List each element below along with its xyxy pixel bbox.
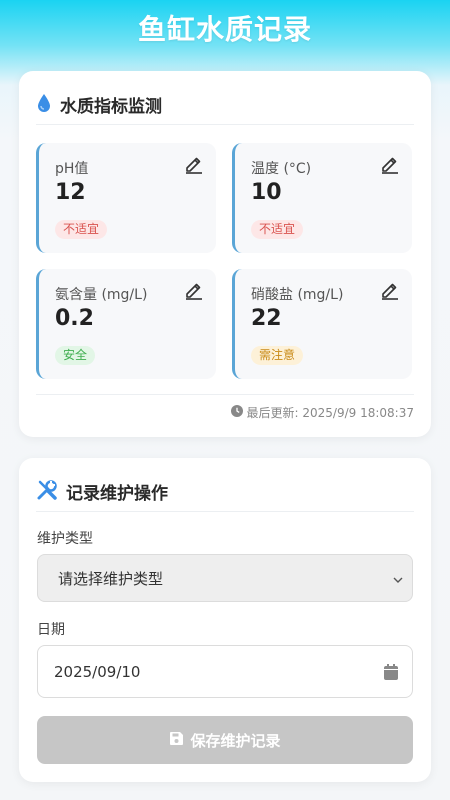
metric-card-ammonia: 氨含量 (mg/L) 0.2 安全	[36, 269, 216, 379]
metric-card-nitrate: 硝酸盐 (mg/L) 22 需注意	[232, 269, 412, 379]
clock-icon	[230, 405, 243, 420]
date-label: 日期	[37, 622, 65, 638]
edit-icon[interactable]	[380, 280, 400, 300]
water-drop-icon	[36, 93, 52, 117]
save-button-label: 保存维护记录	[190, 731, 281, 750]
divider	[36, 394, 414, 395]
calendar-icon[interactable]	[384, 664, 398, 684]
metric-label: pH值	[55, 161, 89, 177]
last-updated-text: 最后更新: 2025/9/9 18:08:37	[246, 406, 414, 420]
status-badge: 安全	[55, 346, 96, 365]
last-updated: 最后更新: 2025/9/9 18:08:37	[230, 404, 414, 421]
maintenance-type-label: 维护类型	[37, 531, 93, 547]
metric-card-ph: pH值 12 不适宜	[36, 143, 216, 253]
metric-card-temperature: 温度 (°C) 10 不适宜	[232, 143, 412, 253]
edit-icon[interactable]	[184, 280, 204, 300]
water-quality-header: 水质指标监测	[36, 85, 414, 125]
water-quality-card: 水质指标监测 pH值 12 不适宜 温度 (°C) 10 不适宜 氨含量 (mg…	[19, 71, 431, 437]
status-badge: 不适宜	[251, 220, 304, 239]
metric-value: 12	[55, 180, 86, 205]
maintenance-type-select[interactable]: 请选择维护类型	[37, 554, 413, 602]
edit-icon[interactable]	[380, 154, 400, 174]
status-badge: 不适宜	[55, 220, 108, 239]
maintenance-title: 记录维护操作	[66, 484, 168, 504]
maintenance-type-value: 请选择维护类型	[58, 569, 164, 588]
metric-value: 22	[251, 306, 282, 331]
maintenance-header: 记录维护操作	[36, 472, 414, 512]
chevron-down-icon	[392, 572, 404, 590]
water-quality-title: 水质指标监测	[60, 97, 162, 117]
date-value: 2025/09/10	[54, 662, 141, 681]
date-input[interactable]: 2025/09/10	[37, 645, 413, 698]
metric-label: 温度 (°C)	[251, 161, 312, 177]
app-title: 鱼缸水质记录	[137, 13, 312, 46]
edit-icon[interactable]	[184, 154, 204, 174]
metric-value: 10	[251, 180, 282, 205]
metric-value: 0.2	[55, 306, 94, 331]
status-badge: 需注意	[251, 346, 304, 365]
save-icon	[169, 731, 184, 750]
maintenance-card: 记录维护操作 维护类型 请选择维护类型 日期 2025/09/10 保存维护记录	[19, 458, 431, 782]
tools-icon	[36, 479, 58, 505]
metric-label: 硝酸盐 (mg/L)	[251, 287, 344, 303]
metric-label: 氨含量 (mg/L)	[55, 287, 148, 303]
save-record-button[interactable]: 保存维护记录	[37, 716, 413, 764]
